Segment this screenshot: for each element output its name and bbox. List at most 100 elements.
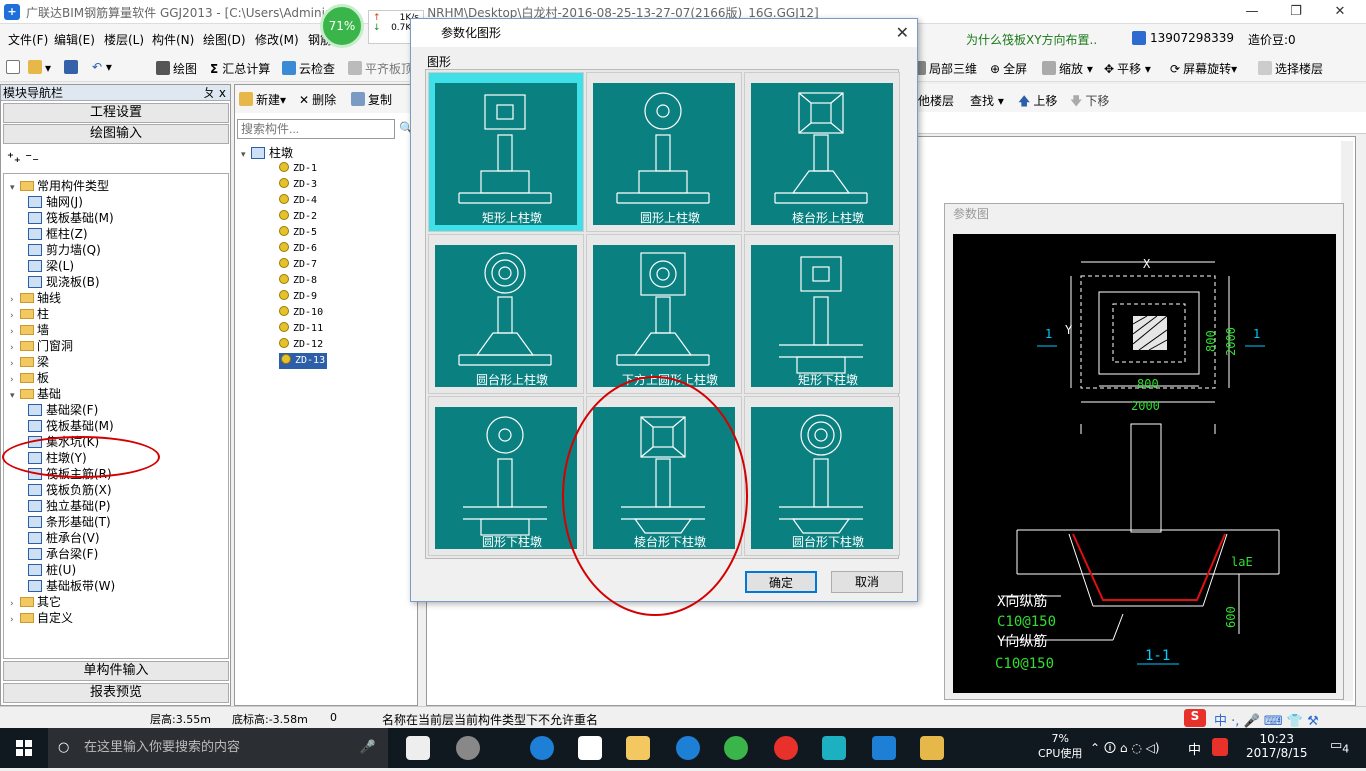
menu-floor[interactable]: 楼层(L) (104, 31, 144, 48)
expand-arrow-icon[interactable]: ▾ (10, 388, 20, 404)
list-item[interactable]: ZD-5 (279, 225, 317, 241)
glodon-plus-icon[interactable] (872, 736, 896, 760)
new-file-icon[interactable] (6, 60, 23, 75)
close-button[interactable]: ✕ (1318, 2, 1362, 22)
expand-collapse-icons[interactable]: ⁺₊ ⁻₋ (7, 151, 39, 166)
memory-ball[interactable]: 71% (320, 4, 364, 48)
list-item[interactable]: ZD-3 (279, 177, 317, 193)
shape-option[interactable]: 棱台形上柱墩 (744, 72, 900, 232)
list-root[interactable]: ▾ 柱墩 (241, 145, 293, 161)
list-item[interactable]: ZD-11 (279, 321, 323, 337)
notes-app-icon[interactable] (920, 736, 944, 760)
tree-node[interactable]: 基础梁(F) (28, 402, 98, 418)
tree-node[interactable]: 筏板基础(M) (28, 418, 114, 434)
price-beans[interactable]: 造价豆:0 (1248, 31, 1296, 48)
tree-node[interactable]: 条形基础(T) (28, 514, 111, 530)
expand-arrow-icon[interactable]: ▾ (10, 180, 20, 196)
tree-node[interactable]: 剪力墙(Q) (28, 242, 101, 258)
maximize-button[interactable]: ❐ (1274, 2, 1318, 22)
question-link[interactable]: 为什么筏板XY方向布置.. (966, 31, 1097, 48)
tree-node[interactable]: ▾ 常用构件类型 (10, 178, 109, 194)
user-phone[interactable]: 13907298339 (1132, 31, 1234, 45)
edge-icon[interactable] (530, 736, 554, 760)
sogou-ime-icon[interactable]: S (1184, 709, 1206, 727)
report-preview-button[interactable]: 报表预览 (3, 683, 229, 703)
local-3d-button[interactable]: 局部三维 (912, 60, 977, 77)
zoom-button[interactable]: 缩放 ▾ (1042, 60, 1093, 77)
list-item[interactable]: ZD-2 (279, 209, 317, 225)
shape-option[interactable]: 下方上圆形上柱墩 (586, 234, 742, 394)
fullscreen-button[interactable]: ⊕ 全屏 (990, 60, 1027, 77)
clock[interactable]: 10:23 2017/8/15 (1246, 732, 1308, 760)
taskbar-search[interactable]: ○ 在这里输入你要搜索的内容 🎤 (48, 728, 388, 768)
project-settings-button[interactable]: 工程设置 (3, 103, 229, 123)
tree-node[interactable]: 筏板基础(M) (28, 210, 114, 226)
list-item[interactable]: ZD-9 (279, 289, 317, 305)
tree-node[interactable]: 筏板负筋(X) (28, 482, 112, 498)
menu-component[interactable]: 构件(N) (152, 31, 194, 48)
tree-node[interactable]: 轴网(J) (28, 194, 83, 210)
tree-node[interactable]: › 梁 (10, 354, 49, 370)
tree-node[interactable]: 桩承台(V) (28, 530, 100, 546)
find-button[interactable]: 查找 ▾ (970, 92, 1004, 109)
other-floor-button[interactable]: 他楼层 (918, 92, 954, 109)
list-item[interactable]: ZD-13 (279, 353, 328, 369)
screen-rotate-button[interactable]: ⟳ 屏幕旋转▾ (1170, 60, 1237, 77)
tree-node[interactable]: 梁(L) (28, 258, 74, 274)
list-item[interactable]: ZD-7 (279, 257, 317, 273)
tree-node[interactable]: › 轴线 (10, 290, 61, 306)
single-input-button[interactable]: 单构件输入 (3, 661, 229, 681)
save-icon[interactable] (64, 60, 81, 75)
list-item[interactable]: ZD-10 (279, 305, 323, 321)
ime-tray[interactable]: 中 ·, 🎤 ⌨ 👕 ⚒ (1214, 710, 1319, 729)
shape-option[interactable]: 矩形下柱墩 (744, 234, 900, 394)
cloud-check-button[interactable]: 云检查 (282, 60, 335, 77)
tree-node[interactable]: › 自定义 (10, 610, 73, 626)
glodon-g-icon[interactable] (676, 736, 700, 760)
move-down-button[interactable]: 🡇 下移 (1070, 92, 1109, 113)
list-item[interactable]: ZD-4 (279, 193, 317, 209)
app-swirl-icon[interactable] (456, 736, 480, 760)
pan-button[interactable]: ✥ 平移 ▾ (1104, 60, 1151, 77)
tree-node[interactable]: 承台梁(F) (28, 546, 98, 562)
select-floor-button[interactable]: 选择楼层 (1258, 60, 1323, 77)
ggj-app-icon[interactable] (822, 736, 846, 760)
flat-top-button[interactable]: 平齐板顶 (348, 60, 413, 77)
mic-icon[interactable]: 🎤 (360, 728, 376, 768)
shape-option[interactable]: 圆台形下柱墩 (744, 396, 900, 556)
drawing-input-button[interactable]: 绘图输入 (3, 124, 229, 144)
open-file-icon[interactable]: ▾ (28, 60, 51, 75)
glodon-red-icon[interactable] (774, 736, 798, 760)
taskview-icon[interactable] (406, 736, 430, 760)
move-up-button[interactable]: 🡅 上移 (1018, 92, 1057, 113)
menu-file[interactable]: 文件(F) (8, 31, 48, 48)
expand-arrow-icon[interactable]: › (10, 612, 20, 628)
ime-indicator[interactable]: 中 (1188, 739, 1201, 758)
windows-start-icon[interactable] (0, 728, 48, 768)
tree-node[interactable]: › 门窗洞 (10, 338, 73, 354)
list-item[interactable]: ZD-8 (279, 273, 317, 289)
sum-calc-button[interactable]: Σ 汇总计算 (210, 60, 270, 77)
tree-node[interactable]: › 墙 (10, 322, 49, 338)
tree-node[interactable]: 独立基础(P) (28, 498, 111, 514)
tray-icons[interactable]: ⌃ 🛈 ⌂ ◌ ◁) (1090, 739, 1160, 760)
tree-node[interactable]: › 其它 (10, 594, 61, 610)
list-item[interactable]: ZD-1 (279, 161, 317, 177)
search-component-input[interactable] (237, 119, 395, 139)
sogou-tray-icon[interactable] (1212, 738, 1228, 756)
explorer-icon[interactable] (626, 736, 650, 760)
draw-button[interactable]: 绘图 (156, 60, 197, 77)
cancel-button[interactable]: 取消 (831, 571, 903, 593)
list-item[interactable]: ZD-6 (279, 241, 317, 257)
tree-node[interactable]: 现浇板(B) (28, 274, 100, 290)
copy-component-button[interactable]: 复制 (351, 91, 392, 108)
shape-option[interactable]: 圆形上柱墩 (586, 72, 742, 232)
shape-option[interactable]: 矩形上柱墩 (428, 72, 584, 232)
undo-icon[interactable]: ↶ ▾ (92, 60, 112, 74)
shape-option[interactable]: 圆台形上柱墩 (428, 234, 584, 394)
tree-node[interactable]: › 柱 (10, 306, 49, 322)
menu-modify[interactable]: 修改(M) (255, 31, 299, 48)
cpu-widget[interactable]: 7% CPU使用 (1038, 732, 1082, 761)
shape-option[interactable]: 圆形下柱墩 (428, 396, 584, 556)
tree-node[interactable]: › 板 (10, 370, 49, 386)
